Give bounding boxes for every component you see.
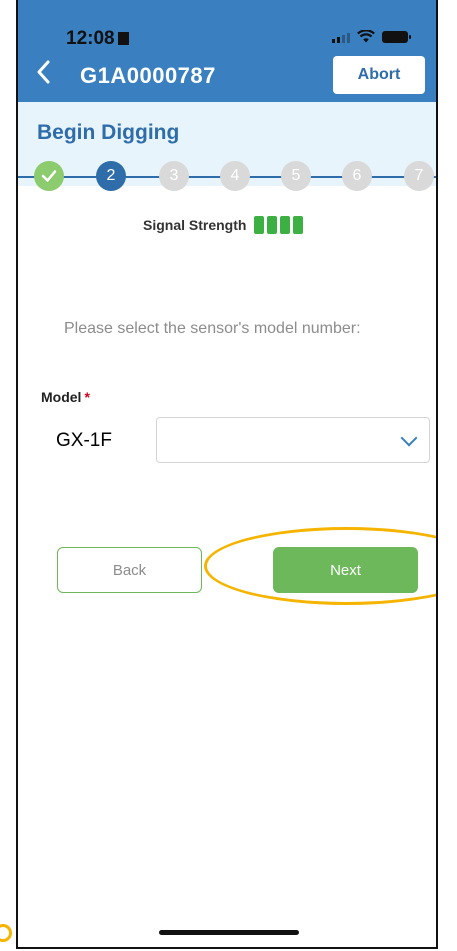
step-6: 6 — [342, 161, 372, 191]
sim-icon — [117, 32, 129, 45]
step-1-complete — [34, 161, 64, 191]
step-heading: Begin Digging — [37, 121, 180, 144]
step-4: 4 — [220, 161, 250, 191]
chevron-left-icon — [37, 60, 50, 84]
signal-strength-bars-icon — [254, 216, 304, 234]
step-5: 5 — [281, 161, 311, 191]
status-bar-time: 12:08 — [66, 28, 129, 50]
wifi-icon — [357, 30, 375, 43]
back-arrow-button[interactable] — [36, 60, 50, 90]
phone-screen: 12:08 G1A0000787 Abort Begin Digging 2 3… — [16, 0, 438, 949]
required-marker: * — [84, 389, 90, 405]
page-title: G1A0000787 — [80, 63, 216, 88]
step-2-current: 2 — [96, 161, 126, 191]
model-select-dropdown[interactable] — [156, 417, 430, 463]
battery-icon — [382, 31, 411, 43]
step-7: 7 — [404, 161, 434, 191]
signal-bar — [254, 216, 265, 234]
clock-text: 12:08 — [66, 28, 115, 49]
signal-bar — [267, 216, 278, 234]
signal-strength-indicator: Signal Strength — [143, 216, 304, 234]
signal-bar — [293, 216, 304, 234]
next-button-highlight-annotation — [204, 527, 436, 605]
cellular-signal-icon — [332, 33, 350, 43]
model-label-text: Model — [41, 389, 82, 405]
signal-strength-label: Signal Strength — [143, 217, 247, 233]
abort-button[interactable]: Abort — [333, 56, 425, 94]
annotation-circle-mark — [0, 924, 12, 942]
signal-bar — [280, 216, 291, 234]
model-field-label: Model * — [41, 389, 90, 405]
status-icons — [332, 30, 411, 43]
checkmark-icon — [41, 170, 57, 182]
step-3: 3 — [159, 161, 189, 191]
back-button[interactable]: Back — [57, 547, 202, 593]
model-selected-value: GX-1F — [56, 430, 112, 451]
home-indicator[interactable] — [159, 930, 299, 935]
instruction-text: Please select the sensor's model number: — [64, 320, 361, 337]
app-header: 12:08 G1A0000787 Abort — [18, 0, 436, 102]
chevron-down-icon — [400, 429, 418, 447]
